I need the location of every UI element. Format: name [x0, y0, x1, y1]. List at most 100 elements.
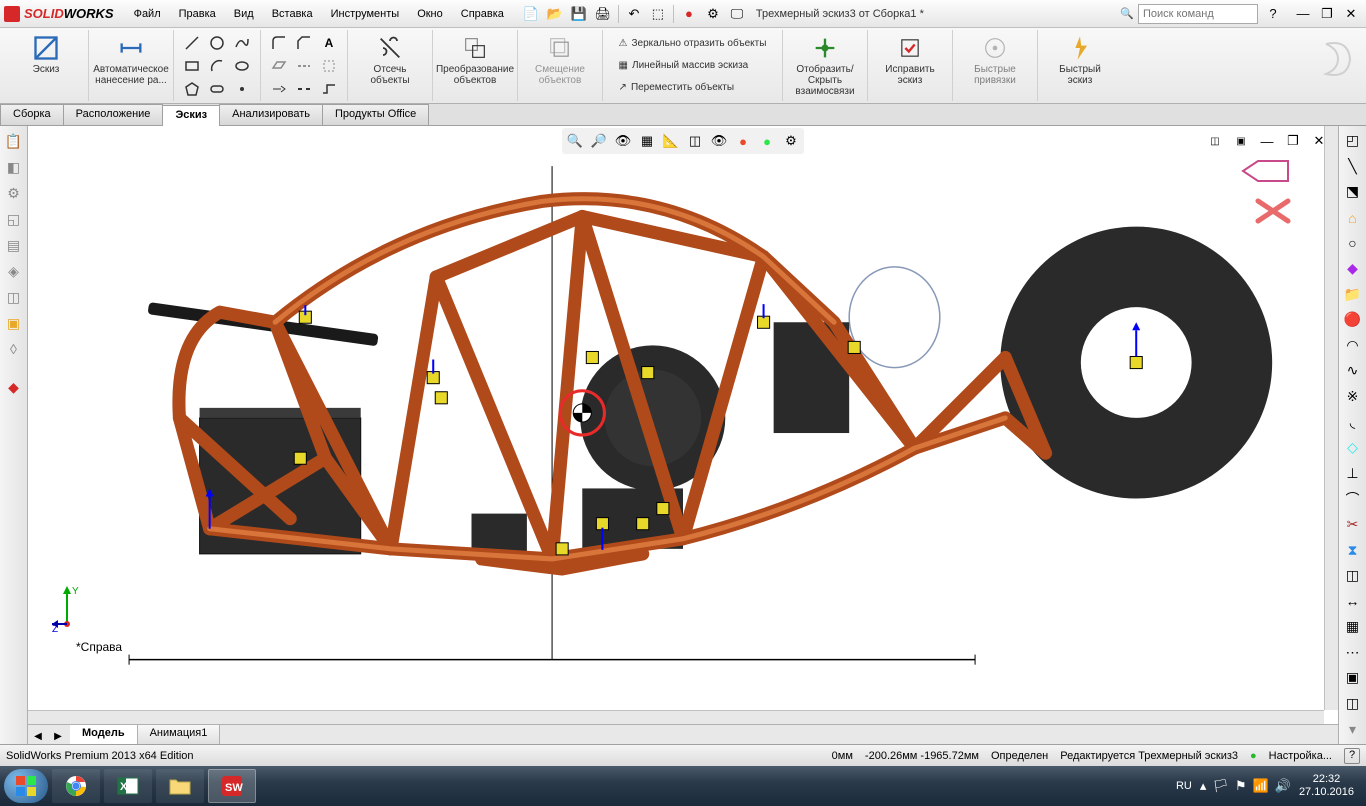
- rt-extra-button[interactable]: ◫: [1342, 693, 1364, 715]
- view-triad[interactable]: Y Z: [52, 584, 102, 634]
- prev-view-button[interactable]: 👁: [612, 130, 634, 152]
- rapid-sketch-button[interactable]: Быстрый эскиз: [1044, 32, 1116, 88]
- repair-button[interactable]: Исправить эскиз: [874, 32, 946, 88]
- rt-point-button[interactable]: ※: [1342, 386, 1364, 408]
- view-settings-button[interactable]: ⚙: [780, 130, 802, 152]
- linear-pattern-button[interactable]: ▦Линейный массив эскиза: [615, 58, 771, 73]
- rt-trim-button[interactable]: ✂: [1342, 514, 1364, 536]
- rt-home-button[interactable]: ⌂: [1342, 207, 1364, 229]
- rt-offset-button[interactable]: ◫: [1342, 565, 1364, 587]
- fillet-button[interactable]: [267, 32, 291, 54]
- sketch-confirm-corner[interactable]: [1238, 156, 1298, 226]
- slot-button[interactable]: [205, 78, 229, 100]
- task-chrome[interactable]: [52, 769, 100, 803]
- rt-line-button[interactable]: ╲: [1342, 156, 1364, 178]
- options-button[interactable]: ⚙: [702, 3, 724, 25]
- show-relations-button[interactable]: Отобразить/Скрыть взаимосвязи: [789, 32, 861, 99]
- unknown3-button[interactable]: ▣: [3, 312, 25, 334]
- task-explorer[interactable]: [156, 769, 204, 803]
- screen-button[interactable]: 🖵: [726, 3, 748, 25]
- tray-clock[interactable]: 22:32 27.10.2016: [1299, 773, 1354, 799]
- maximize-button[interactable]: ❐: [1316, 3, 1338, 25]
- section-button[interactable]: ▦: [636, 130, 658, 152]
- undo-button[interactable]: ↶: [623, 3, 645, 25]
- display-style-button[interactable]: ◫: [684, 130, 706, 152]
- trim-button[interactable]: Отсечь объекты: [354, 32, 426, 88]
- rt-folder-button[interactable]: 📁: [1342, 283, 1364, 305]
- rt-spline-button[interactable]: ∿: [1342, 360, 1364, 382]
- tray-network-icon[interactable]: 📶: [1253, 778, 1269, 794]
- feature-tree-button[interactable]: 📋: [3, 130, 25, 152]
- tab-evaluate[interactable]: Анализировать: [219, 104, 323, 125]
- tab-sketch[interactable]: Эскиз: [162, 105, 220, 126]
- rectangle-button[interactable]: [180, 55, 204, 77]
- tab-layout[interactable]: Расположение: [63, 104, 164, 125]
- tab-next-button[interactable]: ▶: [48, 725, 68, 744]
- point-button[interactable]: [230, 78, 254, 100]
- unknown4-button[interactable]: ◊: [3, 338, 25, 360]
- viewport[interactable]: Y Z *Справа ◀▶ Модель Анимация1: [28, 126, 1338, 744]
- tab-animation[interactable]: Анимация1: [138, 725, 221, 744]
- zoom-area-button[interactable]: 🔎: [588, 130, 610, 152]
- rt-rgb-button[interactable]: 🔴: [1342, 309, 1364, 331]
- convert-button[interactable]: Преобразование объектов: [439, 32, 511, 88]
- menu-window[interactable]: Окно: [409, 4, 451, 24]
- tray-volume-icon[interactable]: 🔊: [1275, 778, 1291, 794]
- vp-minimize-button[interactable]: —: [1256, 130, 1278, 152]
- rt-square-button[interactable]: ◇: [1342, 437, 1364, 459]
- rt-circle-button[interactable]: ○: [1342, 232, 1364, 254]
- tab-model[interactable]: Модель: [70, 725, 138, 744]
- line-button[interactable]: [180, 32, 204, 54]
- centerline-button[interactable]: [292, 55, 316, 77]
- view-orient-button[interactable]: 📐: [660, 130, 682, 152]
- rt-tangent-button[interactable]: ⌒: [1342, 488, 1364, 510]
- rt-arc-button[interactable]: ◠: [1342, 335, 1364, 357]
- sketch-button[interactable]: Эскиз: [10, 32, 82, 77]
- close-button[interactable]: ✕: [1340, 3, 1362, 25]
- print-button[interactable]: 🖨: [592, 3, 614, 25]
- rt-mirror-button[interactable]: ⧗: [1342, 539, 1364, 561]
- vp-split-button[interactable]: ◫: [1204, 130, 1226, 152]
- apply-scene-button[interactable]: ●: [756, 130, 778, 152]
- tray-flag-icon[interactable]: 🏳: [1212, 778, 1229, 794]
- task-excel[interactable]: X: [104, 769, 152, 803]
- tray-up-icon[interactable]: ▴: [1200, 778, 1207, 794]
- status-help[interactable]: ?: [1344, 748, 1360, 764]
- rt-close-button[interactable]: ▣: [1342, 667, 1364, 689]
- appearance-button[interactable]: ◆: [3, 376, 25, 398]
- zoom-fit-button[interactable]: 🔍: [564, 130, 586, 152]
- display-button[interactable]: ◱: [3, 208, 25, 230]
- menu-help[interactable]: Справка: [453, 4, 512, 24]
- ellipse-button[interactable]: [230, 55, 254, 77]
- menu-file[interactable]: Файл: [126, 4, 169, 24]
- tab-office[interactable]: Продукты Office: [322, 104, 429, 125]
- search-input[interactable]: [1138, 4, 1258, 24]
- rt-select-button[interactable]: ◰: [1342, 130, 1364, 152]
- jog-button[interactable]: [317, 78, 341, 100]
- status-customize[interactable]: Настройка...: [1269, 750, 1332, 762]
- minimize-button[interactable]: —: [1292, 3, 1314, 25]
- rt-perp-button[interactable]: ⊥: [1342, 463, 1364, 485]
- unknown2-button[interactable]: ◫: [3, 286, 25, 308]
- extend-button[interactable]: [267, 78, 291, 100]
- menu-view[interactable]: Вид: [226, 4, 262, 24]
- config-button[interactable]: ⚙: [3, 182, 25, 204]
- plane-button[interactable]: [267, 55, 291, 77]
- text-button[interactable]: A: [317, 32, 341, 54]
- task-solidworks[interactable]: SW: [208, 769, 256, 803]
- rt-text-button[interactable]: ◆: [1342, 258, 1364, 280]
- help-button[interactable]: ?: [1262, 3, 1284, 25]
- hide-show-button[interactable]: 👁: [708, 130, 730, 152]
- save-button[interactable]: 💾: [568, 3, 590, 25]
- construction-button[interactable]: [317, 55, 341, 77]
- circle-button[interactable]: [205, 32, 229, 54]
- arc-button[interactable]: [205, 55, 229, 77]
- move-button[interactable]: ↗Переместить объекты: [615, 80, 771, 95]
- vp-maximize-button[interactable]: ❐: [1282, 130, 1304, 152]
- appearance-scene-button[interactable]: ●: [732, 130, 754, 152]
- rt-dim-button[interactable]: ↔: [1342, 590, 1364, 612]
- spline-button[interactable]: [230, 32, 254, 54]
- property-button[interactable]: ◧: [3, 156, 25, 178]
- chamfer-button[interactable]: [292, 32, 316, 54]
- open-button[interactable]: 📂: [544, 3, 566, 25]
